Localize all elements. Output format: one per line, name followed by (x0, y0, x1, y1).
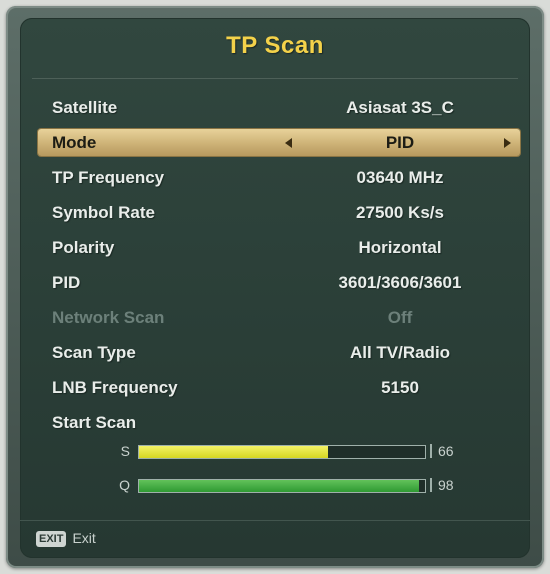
tp-scan-dialog: TP Scan Satellite Asiasat 3S_C Mode PID … (20, 18, 530, 558)
strength-bar (139, 446, 328, 458)
setting-network-scan: Network Scan Off (20, 300, 530, 335)
meter-value: 98 (438, 477, 454, 493)
setting-label: Satellite (52, 98, 118, 117)
setting-label: Symbol Rate (52, 203, 155, 222)
setting-value: PID (385, 133, 415, 152)
meter-track (138, 445, 426, 459)
footer-divider (20, 520, 530, 521)
exit-key-icon[interactable]: EXIT (36, 531, 67, 548)
setting-value: Horizontal (358, 238, 442, 257)
setting-label: PID (52, 273, 81, 292)
signal-quality-meter: Q 98 (20, 474, 530, 496)
quality-bar (139, 480, 420, 492)
meter-label: S (120, 443, 130, 459)
title-divider (32, 78, 518, 79)
setting-lnb-frequency[interactable]: LNB Frequency 5150 (20, 370, 530, 405)
arrow-left-icon[interactable] (285, 138, 292, 148)
setting-scan-type[interactable]: Scan Type All TV/Radio (20, 335, 530, 370)
setting-value: Off (387, 308, 413, 327)
setting-value: All TV/Radio (349, 343, 451, 362)
setting-value: 03640 MHz (356, 168, 444, 187)
setting-tp-frequency[interactable]: TP Frequency 03640 MHz (20, 160, 530, 195)
footer-label: Exit (72, 530, 96, 546)
start-scan-button[interactable]: Start Scan (20, 405, 530, 440)
setting-pid[interactable]: PID 3601/3606/3601 (20, 265, 530, 300)
meter-value: 66 (438, 443, 454, 459)
setting-label: Mode (52, 133, 97, 152)
arrow-right-icon[interactable] (504, 138, 511, 148)
title-bar: TP Scan (20, 18, 530, 80)
setting-label: Network Scan (52, 308, 165, 327)
setting-label: Start Scan (52, 413, 137, 432)
setting-label: LNB Frequency (52, 378, 178, 397)
setting-value: 5150 (381, 378, 419, 397)
setting-label: TP Frequency (52, 168, 165, 187)
setting-value: 3601/3606/3601 (338, 273, 462, 292)
setting-value: 27500 Ks/s (356, 203, 444, 222)
meter-label: Q (119, 477, 130, 493)
page-title: TP Scan (226, 32, 324, 59)
setting-mode[interactable]: Mode PID (20, 125, 530, 160)
settings-list: Satellite Asiasat 3S_C Mode PID TP Frequ… (20, 90, 530, 440)
setting-label: Scan Type (52, 343, 136, 362)
meter-end-cap (430, 444, 432, 458)
setting-label: Polarity (52, 238, 115, 257)
footer-hint: EXIT Exit (36, 528, 96, 548)
signal-strength-meter: S 66 (20, 440, 530, 462)
setting-symbol-rate[interactable]: Symbol Rate 27500 Ks/s (20, 195, 530, 230)
meter-end-cap (430, 478, 432, 492)
setting-satellite[interactable]: Satellite Asiasat 3S_C (20, 90, 530, 125)
meter-track (138, 479, 426, 493)
setting-value: Asiasat 3S_C (346, 98, 454, 117)
setting-polarity[interactable]: Polarity Horizontal (20, 230, 530, 265)
